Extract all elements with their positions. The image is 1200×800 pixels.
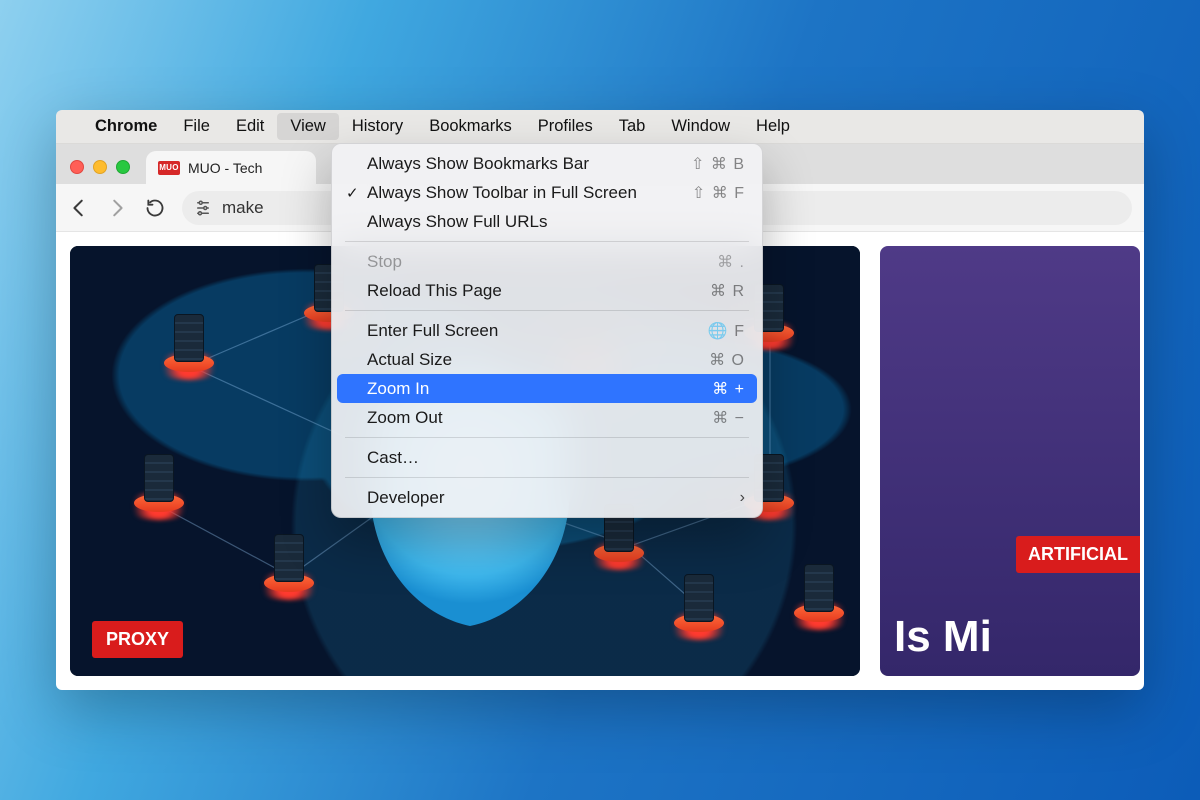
view-menu-dropdown: Always Show Bookmarks Bar ⇧ ⌘ B ✓ Always Sh…	[331, 143, 763, 518]
menu-item-label: Always Show Toolbar in Full Screen	[367, 183, 637, 203]
article-card-ai[interactable]: ARTIFICIAL Is Mi	[880, 246, 1140, 676]
menu-item-label: Stop	[367, 252, 402, 272]
category-badge: PROXY	[92, 621, 183, 658]
article-headline: Is Mi	[894, 612, 992, 662]
forward-button[interactable]	[106, 197, 128, 219]
mac-menubar: Chrome FileEditViewHistoryBookmarksProfi…	[56, 110, 1144, 144]
menu-item-always-show-full-urls[interactable]: Always Show Full URLs	[337, 207, 757, 236]
menu-item-shortcut: ⇧ ⌘ F	[692, 183, 745, 203]
minimize-window-button[interactable]	[93, 160, 107, 174]
menubar-item-file[interactable]: File	[170, 113, 223, 140]
fullscreen-window-button[interactable]	[116, 160, 130, 174]
menu-item-label: Reload This Page	[367, 281, 502, 301]
menu-item-shortcut: 🌐 F	[708, 321, 745, 341]
back-button[interactable]	[68, 197, 90, 219]
menu-item-always-show-toolbar-in-full-screen[interactable]: ✓ Always Show Toolbar in Full Screen ⇧ ⌘ F	[337, 178, 757, 207]
menu-item-shortcut: ⌘ .	[717, 252, 745, 272]
menu-item-label: Developer	[367, 488, 445, 508]
menu-item-zoom-out[interactable]: Zoom Out ⌘ −	[337, 403, 757, 432]
menu-item-label: Always Show Bookmarks Bar	[367, 154, 589, 174]
menu-item-reload-this-page[interactable]: Reload This Page ⌘ R	[337, 276, 757, 305]
tab-title: MUO - Tech	[188, 160, 262, 176]
tab-favicon: MUO	[158, 161, 180, 175]
check-icon: ✓	[346, 184, 359, 202]
menu-item-cast[interactable]: Cast…	[337, 443, 757, 472]
menubar-item-window[interactable]: Window	[658, 113, 743, 140]
menu-item-developer[interactable]: Developer ›	[337, 483, 757, 512]
menu-item-shortcut: ⌘ R	[710, 281, 745, 301]
menu-item-shortcut: ⌘ −	[712, 408, 745, 428]
menu-item-label: Always Show Full URLs	[367, 212, 547, 232]
menu-item-stop: Stop ⌘ .	[337, 247, 757, 276]
menu-item-label: Zoom Out	[367, 408, 443, 428]
menubar-item-edit[interactable]: Edit	[223, 113, 277, 140]
menu-item-label: Cast…	[367, 448, 419, 468]
menu-item-shortcut: ⇧ ⌘ B	[691, 154, 745, 174]
menu-item-actual-size[interactable]: Actual Size ⌘ O	[337, 345, 757, 374]
browser-tab[interactable]: MUO MUO - Tech	[146, 151, 316, 184]
menu-item-shortcut: ⌘ +	[712, 379, 745, 399]
menu-item-always-show-bookmarks-bar[interactable]: Always Show Bookmarks Bar ⇧ ⌘ B	[337, 149, 757, 178]
menu-item-enter-full-screen[interactable]: Enter Full Screen 🌐 F	[337, 316, 757, 345]
chevron-right-icon: ›	[740, 489, 745, 507]
menubar-item-bookmarks[interactable]: Bookmarks	[416, 113, 525, 140]
menu-item-label: Actual Size	[367, 350, 452, 370]
category-badge: ARTIFICIAL	[1016, 536, 1140, 573]
menu-item-label: Zoom In	[367, 379, 429, 399]
close-window-button[interactable]	[70, 160, 84, 174]
menubar-item-history[interactable]: History	[339, 113, 416, 140]
site-settings-icon	[194, 199, 212, 217]
menubar-app-name[interactable]: Chrome	[82, 113, 170, 140]
menubar-item-profiles[interactable]: Profiles	[525, 113, 606, 140]
address-bar-text: make	[222, 198, 264, 218]
menubar-item-view[interactable]: View	[277, 113, 338, 140]
screenshot-window: Chrome FileEditViewHistoryBookmarksProfi…	[56, 110, 1144, 690]
reload-button[interactable]	[144, 197, 166, 219]
menu-item-label: Enter Full Screen	[367, 321, 498, 341]
window-controls	[70, 160, 130, 174]
menubar-item-help[interactable]: Help	[743, 113, 803, 140]
menu-item-zoom-in[interactable]: Zoom In ⌘ +	[337, 374, 757, 403]
menubar-item-tab[interactable]: Tab	[606, 113, 659, 140]
menu-item-shortcut: ⌘ O	[709, 350, 745, 370]
